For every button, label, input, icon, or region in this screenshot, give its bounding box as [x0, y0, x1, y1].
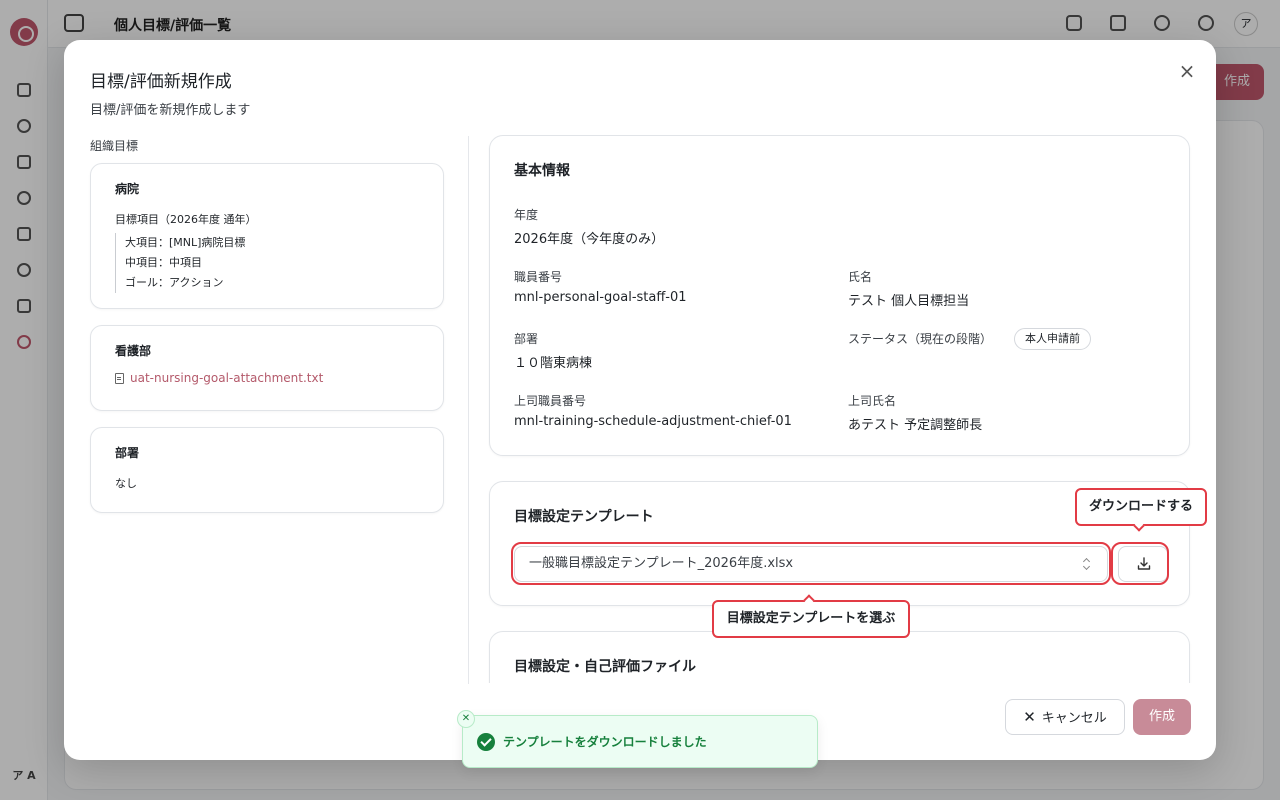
create-goal-modal: 目標/評価新規作成 目標/評価を新規作成します × 組織目標 病院 目標項目（2… [64, 40, 1216, 760]
basic-info-section: 基本情報 年度 2026年度（今年度のみ） 職員番号 mnl-personal-… [489, 135, 1190, 456]
success-toast: ✕ テンプレートをダウンロードしました [457, 710, 818, 768]
goal-middle-item: 中項目：中項目 [125, 256, 202, 269]
select-tooltip: 目標設定テンプレートを選ぶ [712, 594, 910, 638]
boss-name-value: あテスト 予定調整師長 [848, 418, 983, 433]
self-eval-section: 目標設定・自己評価ファイル [489, 631, 1190, 683]
modal-description: 目標/評価を新規作成します [90, 103, 251, 118]
nursing-goal-card: 看護部 uat-nursing-goal-attachment.txt [90, 325, 444, 411]
download-template-button[interactable] [1118, 546, 1168, 582]
file-icon [115, 372, 124, 384]
check-circle-icon [477, 733, 495, 751]
org-goals-label: 組織目標 [90, 139, 139, 153]
template-title: 目標設定テンプレート [514, 509, 654, 525]
department-value: １０階東病棟 [514, 356, 593, 371]
goal-action-item: ゴール：アクション [125, 276, 224, 289]
goal-item-lines: 大項目：[MNL]病院目標 中項目：中項目 ゴール：アクション [115, 233, 419, 293]
staff-no-value: mnl-personal-goal-staff-01 [514, 290, 687, 305]
modal-title: 目標/評価新規作成 [90, 72, 232, 92]
hospital-card-title: 病院 [115, 182, 140, 196]
select-tooltip-text: 目標設定テンプレートを選ぶ [726, 611, 896, 626]
close-icon[interactable]: × [1176, 60, 1198, 82]
self-eval-title: 目標設定・自己評価ファイル [514, 659, 696, 675]
nursing-attachment-link[interactable]: uat-nursing-goal-attachment.txt [115, 371, 419, 385]
goal-major-item: 大項目：[MNL]病院目標 [125, 236, 246, 249]
hospital-goal-card: 病院 目標項目（2026年度 通年） 大項目：[MNL]病院目標 中項目：中項目… [90, 163, 444, 309]
cancel-label: キャンセル [1041, 711, 1107, 726]
department-card-title: 部署 [115, 446, 140, 460]
staff-no-label: 職員番号 [514, 270, 563, 284]
department-goal-card: 部署 なし [90, 427, 444, 513]
toast-message: テンプレートをダウンロードしました [503, 735, 707, 749]
column-divider [468, 136, 469, 684]
template-select[interactable]: 一般職目標設定テンプレート_2026年度.xlsx [514, 546, 1108, 582]
chevron-updown-icon [1083, 556, 1091, 572]
download-tooltip: ダウンロードする [1075, 488, 1207, 532]
boss-name-label: 上司氏名 [848, 394, 897, 408]
download-tooltip-text: ダウンロードする [1088, 499, 1193, 514]
department-goal-value: なし [115, 477, 137, 490]
department-label: 部署 [514, 332, 539, 346]
year-value: 2026年度（今年度のみ） [514, 232, 665, 247]
name-label: 氏名 [848, 270, 873, 284]
download-icon [1137, 557, 1151, 570]
name-value: テスト 個人目標担当 [848, 294, 970, 309]
close-icon: ✕ [1023, 708, 1036, 726]
status-label: ステータス（現在の段階） [848, 332, 993, 346]
boss-no-label: 上司職員番号 [514, 394, 587, 408]
nursing-card-title: 看護部 [115, 344, 152, 358]
year-label: 年度 [514, 208, 539, 222]
basic-info-title: 基本情報 [514, 163, 570, 179]
template-selected-value: 一般職目標設定テンプレート_2026年度.xlsx [529, 556, 794, 571]
status-badge: 本人申請前 [1014, 328, 1091, 350]
create-button[interactable]: 作成 [1133, 699, 1191, 735]
attachment-filename[interactable]: uat-nursing-goal-attachment.txt [130, 371, 323, 385]
toast-close-icon[interactable]: ✕ [457, 710, 475, 728]
goal-item-header: 目標項目（2026年度 通年） [115, 213, 257, 226]
cancel-button[interactable]: ✕ キャンセル [1005, 699, 1125, 735]
boss-no-value: mnl-training-schedule-adjustment-chief-0… [514, 414, 792, 429]
